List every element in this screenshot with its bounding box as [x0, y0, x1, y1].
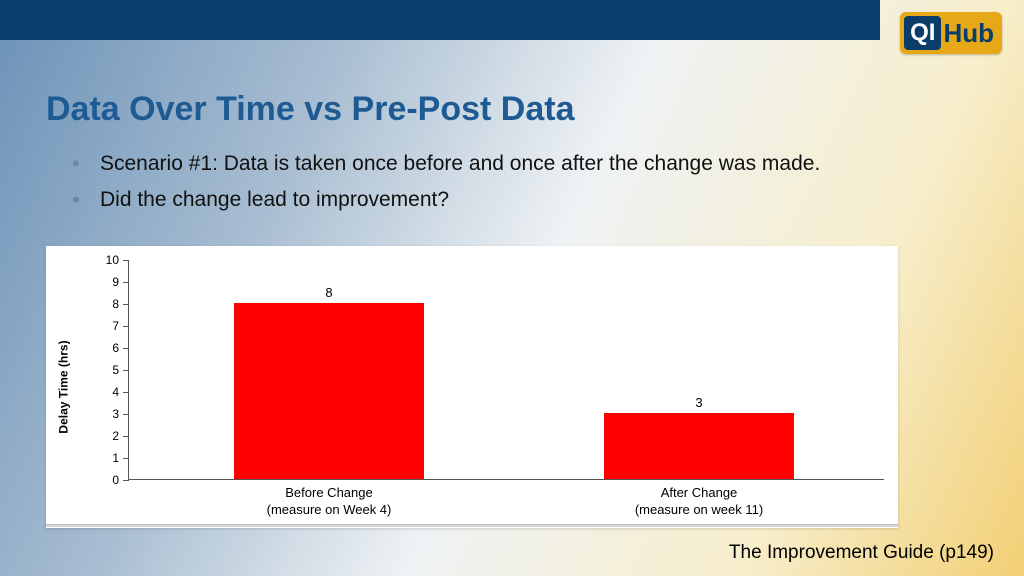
y-tick-label: 2 — [95, 429, 119, 443]
y-tick-label: 3 — [95, 407, 119, 421]
category-label: Before Change(measure on Week 4) — [209, 479, 449, 519]
y-tick — [123, 326, 129, 327]
logo-hub-text: Hub — [943, 18, 994, 49]
bar-value-label: 8 — [234, 285, 424, 300]
y-tick-label: 9 — [95, 275, 119, 289]
header-bar — [0, 0, 880, 40]
y-tick-label: 0 — [95, 473, 119, 487]
y-tick — [123, 348, 129, 349]
bar: 8 — [234, 303, 424, 479]
bar: 3 — [604, 413, 794, 479]
y-tick — [123, 260, 129, 261]
bar-value-label: 3 — [604, 395, 794, 410]
y-tick-label: 4 — [95, 385, 119, 399]
bullet-list: Scenario #1: Data is taken once before a… — [72, 150, 964, 223]
y-axis-label: Delay Time (hrs) — [56, 340, 70, 433]
citation: The Improvement Guide (p149) — [729, 542, 994, 564]
y-tick — [123, 392, 129, 393]
bullet-item: Scenario #1: Data is taken once before a… — [72, 150, 964, 178]
divider — [46, 524, 898, 527]
y-tick-label: 10 — [95, 253, 119, 267]
y-tick-label: 6 — [95, 341, 119, 355]
y-tick — [123, 458, 129, 459]
y-tick — [123, 370, 129, 371]
y-tick-label: 8 — [95, 297, 119, 311]
y-tick-label: 7 — [95, 319, 119, 333]
category-label: After Change(measure on week 11) — [579, 479, 819, 519]
y-tick — [123, 304, 129, 305]
y-tick — [123, 414, 129, 415]
y-tick — [123, 436, 129, 437]
bar-chart: Delay Time (hrs) 0123456789108Before Cha… — [46, 246, 898, 528]
y-tick-label: 5 — [95, 363, 119, 377]
y-tick — [123, 480, 129, 481]
plot-area: 0123456789108Before Change(measure on We… — [128, 260, 884, 480]
logo-qi-text: QI — [904, 16, 941, 50]
y-tick — [123, 282, 129, 283]
slide-title: Data Over Time vs Pre-Post Data — [46, 90, 575, 129]
qihub-logo: QIHub — [900, 12, 1002, 54]
bullet-item: Did the change lead to improvement? — [72, 186, 964, 214]
y-tick-label: 1 — [95, 451, 119, 465]
slide: QIHub Data Over Time vs Pre-Post Data Sc… — [0, 0, 1024, 576]
